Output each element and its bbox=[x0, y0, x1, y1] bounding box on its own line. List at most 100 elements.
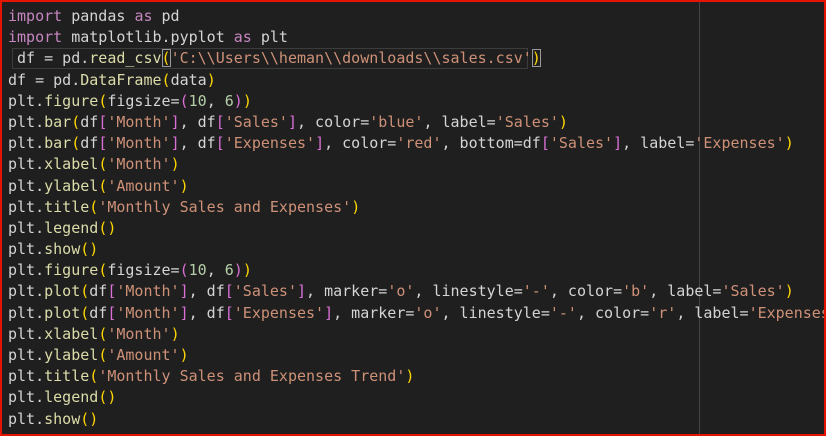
code-token: ) bbox=[405, 367, 415, 386]
code-line[interactable]: plt.xlabel('Month') bbox=[8, 324, 824, 345]
code-token: ] bbox=[613, 134, 623, 153]
code-line[interactable]: plt.show() bbox=[8, 409, 824, 430]
code-token: 'o' bbox=[414, 303, 442, 322]
code-token: show bbox=[44, 240, 81, 259]
code-token: '-' bbox=[549, 303, 577, 322]
code-token: plt. bbox=[8, 91, 45, 110]
code-token: ] bbox=[179, 282, 189, 301]
code-token: ) bbox=[179, 346, 189, 364]
code-token: 'Expenses' bbox=[224, 134, 316, 153]
code-token: , df bbox=[188, 303, 225, 322]
code-token: , color= bbox=[549, 282, 623, 301]
code-token: ( bbox=[161, 49, 171, 68]
code-line[interactable]: plt.ylabel('Amount') bbox=[8, 345, 824, 366]
code-token: 'Month' bbox=[116, 282, 180, 301]
code-line[interactable]: plt.title('Monthly Sales and Expenses Tr… bbox=[8, 366, 824, 387]
code-line[interactable]: df = pd.read_csv('C:\\Users\\heman\\down… bbox=[8, 48, 824, 69]
code-line[interactable]: plt.bar(df['Month'], df['Sales'], color=… bbox=[8, 112, 824, 133]
code-token: ( bbox=[98, 155, 108, 174]
code-editor[interactable]: import pandas as pd import matplotlib.pyp… bbox=[8, 6, 824, 434]
code-token: plt. bbox=[8, 261, 45, 280]
code-line[interactable]: import matplotlib.pyplot as plt bbox=[8, 27, 824, 48]
code-token: , df bbox=[179, 112, 216, 131]
code-token: figure bbox=[44, 91, 99, 110]
code-token: ( bbox=[80, 282, 90, 301]
code-token: , linestyle= bbox=[414, 282, 523, 301]
code-token: 'Month' bbox=[107, 112, 171, 131]
code-token: plt bbox=[251, 28, 288, 47]
code-token: ylabel bbox=[44, 176, 99, 195]
code-token: ( bbox=[179, 261, 189, 280]
code-token: 'Month' bbox=[107, 134, 171, 153]
code-token: ( bbox=[161, 70, 171, 89]
code-token: ] bbox=[315, 134, 325, 153]
code-line[interactable]: plt.figure(figsize=(10, 6)) bbox=[8, 260, 824, 281]
code-token: ] bbox=[324, 303, 334, 322]
code-token: pd bbox=[152, 7, 180, 25]
code-token: figsize= bbox=[107, 261, 180, 280]
code-token: , label= bbox=[622, 134, 695, 153]
code-token: 6 bbox=[224, 261, 234, 280]
code-line[interactable]: import pandas as pd bbox=[8, 6, 824, 27]
code-token: [ bbox=[215, 134, 225, 153]
code-token: 'blue' bbox=[369, 112, 424, 131]
code-token: plt. bbox=[8, 367, 45, 386]
code-token: xlabel bbox=[44, 324, 99, 343]
code-token: 10 bbox=[188, 91, 207, 110]
code-line[interactable]: plt.legend() bbox=[8, 218, 824, 239]
code-token: ( bbox=[80, 303, 90, 322]
code-token: plt. bbox=[8, 197, 45, 216]
code-token: , label= bbox=[423, 112, 496, 131]
code-token: ) bbox=[233, 91, 243, 110]
code-line[interactable]: plt.legend() bbox=[8, 387, 824, 408]
code-token: plt. bbox=[8, 240, 45, 259]
code-token: matplotlib.pyplot bbox=[62, 28, 234, 47]
code-token: 'Expenses' bbox=[233, 303, 325, 322]
code-token: ) bbox=[206, 70, 216, 89]
code-token: 'Sales' bbox=[224, 112, 288, 131]
code-line[interactable]: plt.figure(figsize=(10, 6)) bbox=[8, 91, 824, 112]
code-token: () bbox=[98, 218, 117, 237]
code-line[interactable]: df = pd.DataFrame(data) bbox=[8, 70, 824, 91]
code-token: , color= bbox=[297, 112, 370, 131]
code-token: ] bbox=[179, 303, 189, 322]
code-token: plt. bbox=[8, 409, 45, 428]
code-token: df bbox=[89, 282, 108, 301]
code-token: ) bbox=[531, 49, 541, 68]
code-token: import bbox=[8, 28, 63, 47]
code-token: 'o' bbox=[387, 282, 415, 301]
code-token: , marker= bbox=[306, 282, 388, 301]
code-token: ( bbox=[98, 91, 108, 110]
code-token: df bbox=[80, 134, 99, 153]
code-line[interactable]: plt.show() bbox=[8, 239, 824, 260]
code-token: bar bbox=[44, 112, 72, 131]
code-token: read_csv bbox=[89, 49, 162, 68]
code-token: '-' bbox=[522, 282, 550, 301]
code-token: 10 bbox=[188, 261, 207, 280]
code-line[interactable]: plt.title('Monthly Sales and Expenses') bbox=[8, 197, 824, 218]
code-token: 'red' bbox=[396, 134, 442, 153]
code-token: , marker= bbox=[333, 303, 415, 322]
code-line[interactable]: plt.plot(df['Month'], df['Sales'], marke… bbox=[8, 281, 824, 302]
code-token: 'Amount' bbox=[107, 176, 180, 195]
code-token: [ bbox=[215, 112, 225, 131]
code-line[interactable]: plt.xlabel('Month') bbox=[8, 154, 824, 175]
code-token: () bbox=[98, 388, 117, 407]
code-token: plt. bbox=[8, 346, 45, 364]
code-token: 'Sales' bbox=[549, 134, 614, 153]
code-token: plt. bbox=[8, 112, 45, 131]
code-token: ] bbox=[287, 112, 297, 131]
code-token: ] bbox=[170, 112, 180, 131]
code-line[interactable]: plt.plot(df['Month'], df['Expenses'], ma… bbox=[8, 303, 824, 324]
code-line[interactable]: plt.ylabel('Amount') bbox=[8, 176, 824, 197]
code-token: df = pd. bbox=[8, 49, 90, 68]
code-token: plt. bbox=[8, 155, 45, 174]
code-token: 'Monthly Sales and Expenses' bbox=[98, 197, 352, 216]
code-line[interactable]: plt.bar(df['Month'], df['Expenses'], col… bbox=[8, 133, 824, 154]
code-token: ylabel bbox=[44, 346, 99, 364]
code-token: plt. bbox=[8, 218, 45, 237]
code-token: [ bbox=[98, 112, 108, 131]
code-token: 'Month' bbox=[107, 155, 171, 174]
code-token: ( bbox=[98, 261, 108, 280]
code-token: 'Month' bbox=[107, 324, 171, 343]
